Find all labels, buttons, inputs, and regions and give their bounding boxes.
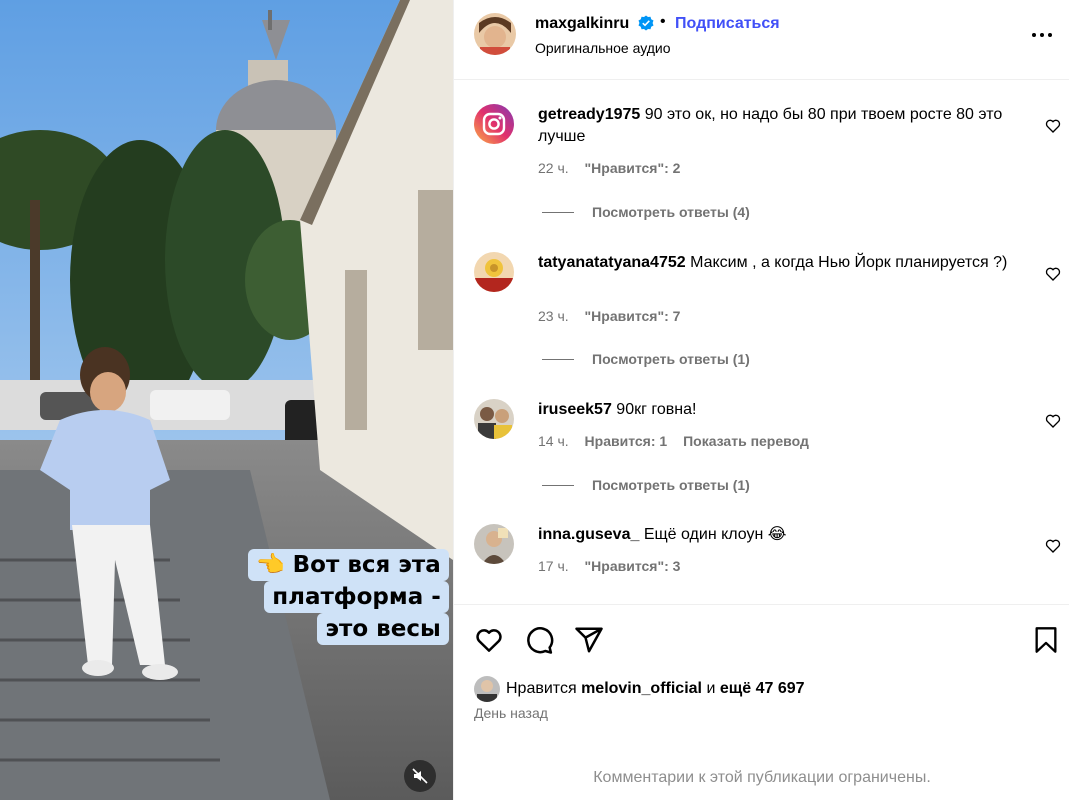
replies-divider [542,484,574,486]
comment-avatar[interactable] [474,104,514,144]
liked-user-link[interactable]: melovin_official [581,680,702,698]
comment-meta: 23 ч. "Нравится": 7 [538,308,692,324]
comment-like-heart-icon[interactable] [1045,538,1061,554]
comment-likes[interactable]: Нравится: 1 [585,433,668,449]
speaker-muted-icon [412,768,428,784]
comment-meta: 17 ч. "Нравится": 3 [538,558,692,574]
replies-divider [542,358,574,360]
post-side-panel: maxgalkinru • Подписаться Оригинальное а… [453,0,1069,800]
comment-text: inna.guseva_ Ещё один клоун 😂 [538,524,1018,546]
comment-username[interactable]: getready1975 [538,106,640,123]
more-options-icon[interactable] [1026,25,1058,45]
liked-and: и [706,680,716,697]
comment-text: getready1975 90 это ок, но надо бы 80 пр… [538,104,1018,148]
follow-button[interactable]: Подписаться [675,15,780,33]
comment-meta: 14 ч. Нравится: 1 Показать перевод [538,433,821,449]
caption-line-1: 👈 Вот вся эта [248,549,449,581]
comment-time[interactable]: 14 ч. [538,433,569,449]
comments-restricted-notice: Комментарии к этой публикации ограничены… [593,769,931,786]
video-caption: 👈 Вот вся эта платформа - это весы [248,549,449,645]
comment-username[interactable]: iruseek57 [538,401,612,418]
view-replies-button[interactable]: Посмотреть ответы (1) [542,477,750,493]
view-replies-label: Посмотреть ответы (4) [592,204,750,220]
post-date[interactable]: День назад [474,705,548,721]
post-video[interactable]: 👈 Вот вся эта платформа - это весы [0,0,453,800]
liked-prefix: Нравится [506,680,577,697]
view-replies-label: Посмотреть ответы (1) [592,351,750,367]
author-username[interactable]: maxgalkinru [535,15,629,33]
comment-username[interactable]: inna.guseva_ [538,526,639,543]
comment-likes[interactable]: "Нравится": 2 [585,160,681,176]
caption-line-2: платформа - [264,581,449,613]
mute-button[interactable] [404,760,436,792]
comment-avatar[interactable] [474,524,514,564]
comment-avatar[interactable] [474,399,514,439]
heart-icon[interactable] [474,625,504,655]
comment-time[interactable]: 23 ч. [538,308,569,324]
comment-time[interactable]: 22 ч. [538,160,569,176]
verified-badge-icon [638,15,654,31]
replies-divider [542,211,574,213]
author-avatar[interactable] [474,13,516,55]
comment-like-heart-icon[interactable] [1045,266,1061,282]
post-header: maxgalkinru • Подписаться Оригинальное а… [454,0,1069,80]
comment-body: Ещё один клоун 😂 [643,526,787,543]
comment-avatar[interactable] [474,252,514,292]
view-replies-label: Посмотреть ответы (1) [592,477,750,493]
view-replies-button[interactable]: Посмотреть ответы (4) [542,204,750,220]
comment-time[interactable]: 17 ч. [538,558,569,574]
instagram-post-view: 👈 Вот вся эта платформа - это весы maxga… [0,0,1069,800]
comment-icon[interactable] [524,625,554,655]
liked-by: Нравится melovin_official и ещё 47 697 [474,676,805,702]
comment-likes[interactable]: "Нравится": 3 [585,558,681,574]
video-frame [0,0,453,800]
comment-likes[interactable]: "Нравится": 7 [585,308,681,324]
comment-text: iruseek57 90кг говна! [538,399,1018,421]
audio-label[interactable]: Оригинальное аудио [535,40,671,56]
comment-text: tatyanatatyana4752 Максим , а когда Нью … [538,252,1018,274]
show-translation-button[interactable]: Показать перевод [683,433,809,449]
comment-like-heart-icon[interactable] [1045,118,1061,134]
comment-meta: 22 ч. "Нравится": 2 [538,160,692,176]
comment-like-heart-icon[interactable] [1045,413,1061,429]
separator-dot: • [660,13,666,30]
comment-username[interactable]: tatyanatatyana4752 [538,254,686,271]
liked-count-link[interactable]: ещё 47 697 [720,680,805,698]
comment-body: 90кг говна! [616,401,697,418]
bookmark-icon[interactable] [1032,625,1060,655]
view-replies-button[interactable]: Посмотреть ответы (1) [542,351,750,367]
post-actions: Нравится melovin_official и ещё 47 697 Д… [454,604,1069,800]
comment-body: Максим , а когда Нью Йорк планируется ?) [690,254,1008,271]
caption-line-3: это весы [317,613,449,645]
liked-by-avatar[interactable] [474,676,500,702]
share-icon[interactable] [574,625,604,655]
